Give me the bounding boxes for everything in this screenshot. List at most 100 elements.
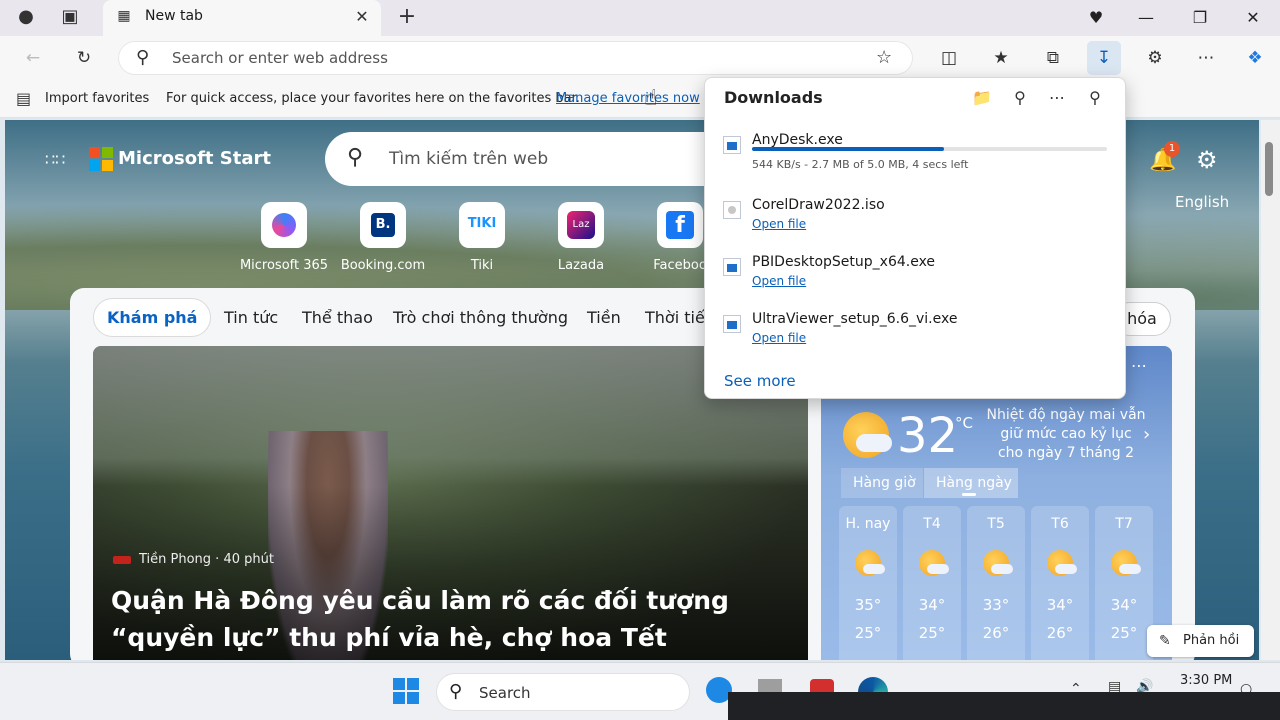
- language-selector[interactable]: English: [1175, 193, 1229, 211]
- restore-button[interactable]: ❐: [1187, 5, 1213, 31]
- download-progress: [752, 147, 1107, 151]
- microsoft-logo-icon: [89, 147, 113, 171]
- tab-bar: ● ▣ ▦ New tab ✕ + ♥ — ❐ ✕: [0, 0, 1280, 36]
- back-button[interactable]: ←: [16, 41, 50, 75]
- favorites-button[interactable]: ★: [984, 41, 1018, 75]
- open-file-link[interactable]: Open file: [752, 217, 806, 231]
- search-icon: ⚲: [347, 145, 364, 170]
- app-launcher-icon[interactable]: ∷∷: [45, 150, 67, 172]
- quick-link-label: Microsoft 365: [239, 258, 329, 273]
- feedback-label: Phản hồi: [1183, 633, 1240, 648]
- minimize-button[interactable]: —: [1133, 5, 1159, 31]
- close-window-button[interactable]: ✕: [1240, 5, 1266, 31]
- partly-sunny-icon: [1047, 550, 1077, 576]
- split-screen-button[interactable]: ◫: [932, 41, 966, 75]
- tab-the-thao[interactable]: Thể thao: [302, 308, 373, 327]
- quick-link-microsoft365[interactable]: Microsoft 365: [239, 202, 329, 273]
- pin-icon[interactable]: ⚲: [1081, 84, 1109, 112]
- chevron-right-icon[interactable]: ›: [1143, 424, 1150, 445]
- extensions-button[interactable]: ⚙: [1138, 41, 1172, 75]
- quick-link-lazada[interactable]: Laz Lazada: [536, 202, 626, 273]
- new-tab-page-icon: ▦: [117, 8, 131, 24]
- manage-favorites-link[interactable]: Manage favorites now: [556, 91, 700, 106]
- day-name: T6: [1051, 516, 1069, 532]
- tab-tien[interactable]: Tiền: [587, 308, 621, 327]
- exe-file-icon: [723, 315, 741, 333]
- tab-hang-ngay[interactable]: Hàng ngày: [924, 468, 1018, 498]
- day-high: 33°: [982, 596, 1010, 614]
- tab-tin-tuc[interactable]: Tin tức: [224, 308, 278, 327]
- taskbar-search[interactable]: ⚲ Search: [436, 673, 690, 711]
- download-item[interactable]: AnyDesk.exe 544 KB/s - 2.7 MB of 5.0 MB,…: [723, 132, 1113, 176]
- open-file-link[interactable]: Open file: [752, 274, 806, 288]
- more-menu-button[interactable]: ⋯: [1189, 41, 1223, 75]
- weather-more-icon[interactable]: ⋯: [1131, 356, 1147, 375]
- search-downloads-icon[interactable]: ⚲: [1006, 84, 1034, 112]
- page-scrollbar[interactable]: [1261, 120, 1280, 660]
- hero-image-sky: [93, 346, 808, 486]
- quick-link-label: Lazada: [557, 258, 605, 273]
- cloud-icon: [856, 434, 892, 452]
- forecast-day[interactable]: H. nay 35° 25°: [839, 506, 897, 660]
- tab-thoi-tiet[interactable]: Thời tiết: [645, 308, 711, 327]
- article-headline[interactable]: Quận Hà Đông yêu cầu làm rõ các đối tượn…: [111, 582, 801, 656]
- windows-start-icon[interactable]: [393, 678, 421, 706]
- tab-hang-gio[interactable]: Hàng giờ: [841, 468, 923, 498]
- notification-badge: 1: [1164, 141, 1180, 157]
- browser-essentials-icon[interactable]: ♥: [1083, 5, 1109, 31]
- web-search-box[interactable]: ⚲ Tìm kiếm trên web: [325, 132, 745, 186]
- web-search-placeholder: Tìm kiếm trên web: [389, 149, 549, 169]
- scrollbar-thumb[interactable]: [1265, 142, 1273, 196]
- tab-new-tab[interactable]: ▦ New tab ✕: [103, 0, 381, 36]
- open-folder-icon[interactable]: 📁: [968, 84, 996, 112]
- refresh-button[interactable]: ↻: [67, 41, 101, 75]
- brand-title[interactable]: Microsoft Start: [118, 148, 271, 169]
- quick-link-label: Booking.com: [340, 258, 426, 273]
- download-item[interactable]: CorelDraw2022.iso Open file: [723, 197, 1113, 237]
- exe-file-icon: [723, 258, 741, 276]
- forecast-day[interactable]: T5 33° 26°: [967, 506, 1025, 660]
- search-icon: ⚲: [136, 47, 150, 68]
- day-low: 25°: [918, 624, 946, 642]
- download-item[interactable]: PBIDesktopSetup_x64.exe Open file: [723, 254, 1113, 294]
- copilot-icon[interactable]: ❖: [1238, 41, 1272, 75]
- see-more-link[interactable]: See more: [724, 372, 796, 390]
- forecast-day[interactable]: T4 34° 25°: [903, 506, 961, 660]
- day-name: T4: [923, 516, 941, 532]
- clock-time[interactable]: 3:30 PM: [1180, 673, 1232, 688]
- page-settings-icon[interactable]: ⚙: [1196, 146, 1218, 174]
- quick-link-booking[interactable]: B. Booking.com: [338, 202, 428, 273]
- weather-note[interactable]: Nhiệt độ ngày mai vẫn giữ mức cao kỷ lục…: [986, 406, 1146, 463]
- tab-tro-choi[interactable]: Trò chơi thông thường: [393, 308, 568, 327]
- import-favorites-link[interactable]: Import favorites: [45, 91, 149, 106]
- tab-kham-pha[interactable]: Khám phá: [93, 298, 212, 337]
- booking-icon: B.: [360, 202, 406, 248]
- new-tab-button[interactable]: +: [394, 4, 420, 30]
- day-high: 34°: [918, 596, 946, 614]
- downloads-button[interactable]: ↧: [1087, 41, 1121, 75]
- address-input[interactable]: [172, 48, 832, 68]
- forecast-day[interactable]: T6 34° 26°: [1031, 506, 1089, 660]
- quick-link-label: Tiki: [470, 258, 494, 273]
- partly-sunny-icon: [855, 550, 885, 576]
- tab-actions-icon[interactable]: ▣: [58, 6, 82, 30]
- feedback-button[interactable]: ✎ Phản hồi: [1147, 625, 1254, 657]
- feedback-icon: ✎: [1159, 633, 1171, 649]
- favorite-star-icon[interactable]: ☆: [876, 47, 892, 68]
- close-tab-icon[interactable]: ✕: [351, 6, 373, 28]
- more-options-icon[interactable]: ⋯: [1043, 84, 1071, 112]
- day-name: T5: [987, 516, 1005, 532]
- hero-article-card[interactable]: Tiền Phong · 40 phút Quận Hà Đông yêu cầ…: [93, 346, 808, 660]
- quick-link-tiki[interactable]: TIKI Tiki: [437, 202, 527, 273]
- address-bar[interactable]: ⚲ ☆: [118, 41, 913, 75]
- temperature-unit[interactable]: °C: [955, 414, 973, 432]
- open-file-link[interactable]: Open file: [752, 331, 806, 345]
- partly-sunny-icon: [1111, 550, 1141, 576]
- collections-button[interactable]: ⧉: [1036, 41, 1070, 75]
- overlay-strip: [728, 692, 1280, 720]
- download-item[interactable]: UltraViewer_setup_6.6_vi.exe Open file: [723, 311, 1113, 351]
- profile-icon[interactable]: ●: [14, 6, 38, 30]
- forecast-day[interactable]: T7 34° 25°: [1095, 506, 1153, 660]
- mouse-pointer-icon: ☝: [644, 86, 658, 111]
- publisher-logo-icon: [113, 556, 131, 564]
